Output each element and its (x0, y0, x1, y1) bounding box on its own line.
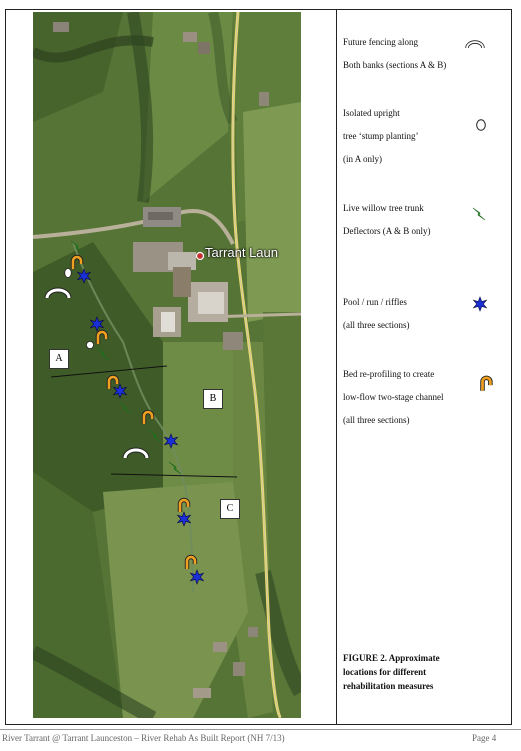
legend-willow-line1: Live willow tree trunk (343, 203, 424, 213)
legend-stump-line3: (in A only) (343, 154, 383, 164)
legend-pool: Pool / run / riffles (all three sections… (343, 296, 409, 342)
legend-pool-line1: Pool / run / riffles (343, 297, 407, 307)
legend-fencing-line2: Both banks (sections A & B) (343, 60, 447, 70)
figure-caption-line1: FIGURE 2. Approximate (343, 653, 440, 663)
stump-planting-marker (86, 340, 95, 349)
aerial-map: Tarrant Laun A B C (33, 12, 301, 718)
lightning-bolt-icon (472, 207, 486, 221)
report-page: Tarrant Laun A B C Future fencing along … (0, 0, 521, 751)
place-pin-icon (195, 251, 205, 261)
section-label-c: C (220, 499, 240, 519)
legend-bed: Bed re-profiling to create low-flow two-… (343, 368, 443, 437)
legend-fencing: Future fencing along Both banks (section… (343, 36, 446, 82)
legend-stump-line2: tree ‘stump planting’ (343, 131, 419, 141)
figure-caption: FIGURE 2. Approximate locations for diff… (343, 651, 471, 693)
fence-arc-icon (465, 40, 485, 49)
legend-bed-line1: Bed re-profiling to create (343, 369, 435, 379)
legend-bed-line3: (all three sections) (343, 415, 410, 425)
figure-caption-line3: rehabilitation measures (343, 681, 434, 691)
footer-rule (0, 729, 521, 730)
footer-page-number: Page 4 (472, 733, 497, 743)
stump-planting-marker (64, 268, 72, 278)
section-label-b: B (203, 389, 223, 409)
figure-divider (336, 9, 337, 725)
blue-star-icon (472, 296, 488, 312)
legend-stump: Isolated upright tree ‘stump planting’ (… (343, 107, 418, 176)
legend-stump-line1: Isolated upright (343, 108, 400, 118)
footer-report-title: River Tarrant @ Tarrant Launceston – Riv… (2, 733, 285, 743)
legend-willow-line2: Deflectors (A & B only) (343, 226, 431, 236)
legend-pool-line2: (all three sections) (343, 320, 410, 330)
circle-outline-icon (476, 119, 486, 131)
legend-fencing-line1: Future fencing along (343, 37, 418, 47)
section-label-a: A (49, 349, 69, 369)
legend-bed-line2: low-flow two-stage channel (343, 392, 444, 402)
figure-caption-line2: locations for different (343, 667, 427, 677)
place-label: Tarrant Laun (205, 245, 278, 260)
hook-icon (480, 375, 493, 391)
legend-willow: Live willow tree trunk Deflectors (A & B… (343, 202, 430, 248)
